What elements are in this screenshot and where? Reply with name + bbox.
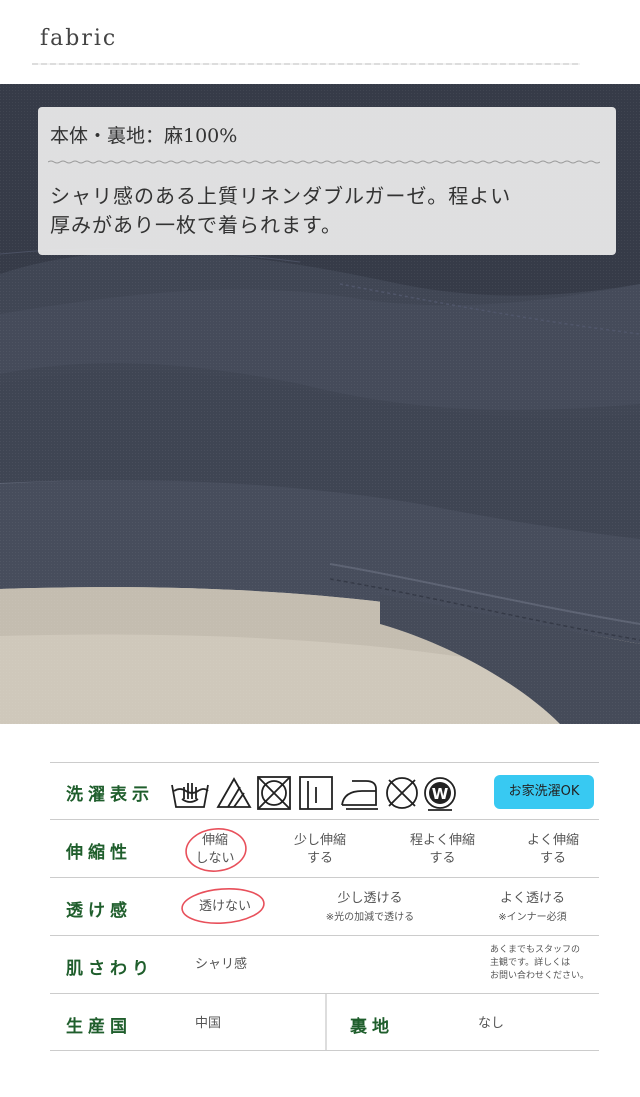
column-divider <box>325 994 327 1050</box>
option-line: 程よく伸縮 <box>409 833 475 848</box>
option-note: ※光の加減で透ける <box>325 912 415 923</box>
option-line: 少し伸縮 <box>293 833 346 848</box>
no-dry-clean-icon <box>386 777 418 809</box>
origin-row: 生産国 中国 裏地 なし <box>50 993 599 1051</box>
option-line: よく伸縮 <box>526 833 579 848</box>
section-title: fabric <box>40 26 118 51</box>
sheer-row: 透け感 透けない 少し透ける ※光の加減で透ける よく透ける ※インナー必須 <box>50 877 599 936</box>
stretch-option-moderate: 程よく伸縮 する <box>395 832 490 868</box>
hand-wash-icon <box>171 783 209 808</box>
description-line: シャリ感のある上質リネンダブルガーゼ。程よい <box>50 184 512 208</box>
bleach-triangle-icon <box>216 777 252 808</box>
option-note: ※インナー必須 <box>498 912 567 923</box>
iron-icon <box>341 780 378 810</box>
page-header: fabric <box>0 0 640 84</box>
care-row: 洗濯表示 W お家洗濯OK <box>50 762 599 820</box>
stretch-option-slight: 少し伸縮 する <box>275 832 365 868</box>
stretch-row: 伸縮性 伸縮 しない 少し伸縮 する 程よく伸縮 する よく伸縮 する <box>50 819 599 878</box>
lining-label: 裏地 <box>350 1017 394 1037</box>
stretch-label: 伸縮性 <box>66 843 132 863</box>
note-line: 主観です。詳しくは <box>490 958 571 968</box>
texture-value: シャリ感 <box>195 957 248 972</box>
line-dry-icon <box>299 776 333 810</box>
svg-text:W: W <box>432 785 449 803</box>
sheer-option-high: よく透ける ※インナー必須 <box>475 890 590 927</box>
sheer-option-slight: 少し透ける ※光の加減で透ける <box>305 890 435 927</box>
description-line: 厚みがあり一枚で着られます。 <box>50 213 342 237</box>
wet-clean-w-icon: W <box>424 777 456 811</box>
origin-value: 中国 <box>195 1016 222 1031</box>
selected-highlight <box>181 888 265 924</box>
option-line: 少し透ける <box>337 891 403 906</box>
option-line: する <box>429 851 456 866</box>
lining-value: なし <box>478 1016 505 1031</box>
note-line: お問い合わせください。 <box>490 971 590 981</box>
origin-label: 生産国 <box>66 1017 132 1037</box>
note-line: あくまでもスタッフの <box>490 945 581 955</box>
no-tumble-dry-icon <box>257 776 291 810</box>
header-divider <box>32 63 580 65</box>
care-icons: W <box>171 776 456 811</box>
caption-divider <box>48 160 600 164</box>
selected-highlight <box>185 828 247 872</box>
option-line: する <box>539 851 566 866</box>
texture-label: 肌さわり <box>66 959 154 979</box>
texture-row: 肌さわり シャリ感 あくまでもスタッフの 主観です。詳しくは お問い合わせくださ… <box>50 935 599 994</box>
stretch-option-high: よく伸縮 する <box>513 832 593 868</box>
material-text: 本体・裏地：麻100% <box>50 125 238 147</box>
sheer-label: 透け感 <box>66 901 132 921</box>
care-label: 洗濯表示 <box>66 785 154 805</box>
home-wash-ok-badge: お家洗濯OK <box>494 775 594 809</box>
option-line: よく透ける <box>499 891 565 906</box>
texture-note: あくまでもスタッフの 主観です。詳しくは お問い合わせください。 <box>490 944 600 983</box>
description-text: シャリ感のある上質リネンダブルガーゼ。程よい 厚みがあり一枚で着られます。 <box>50 182 590 240</box>
option-line: する <box>306 851 333 866</box>
